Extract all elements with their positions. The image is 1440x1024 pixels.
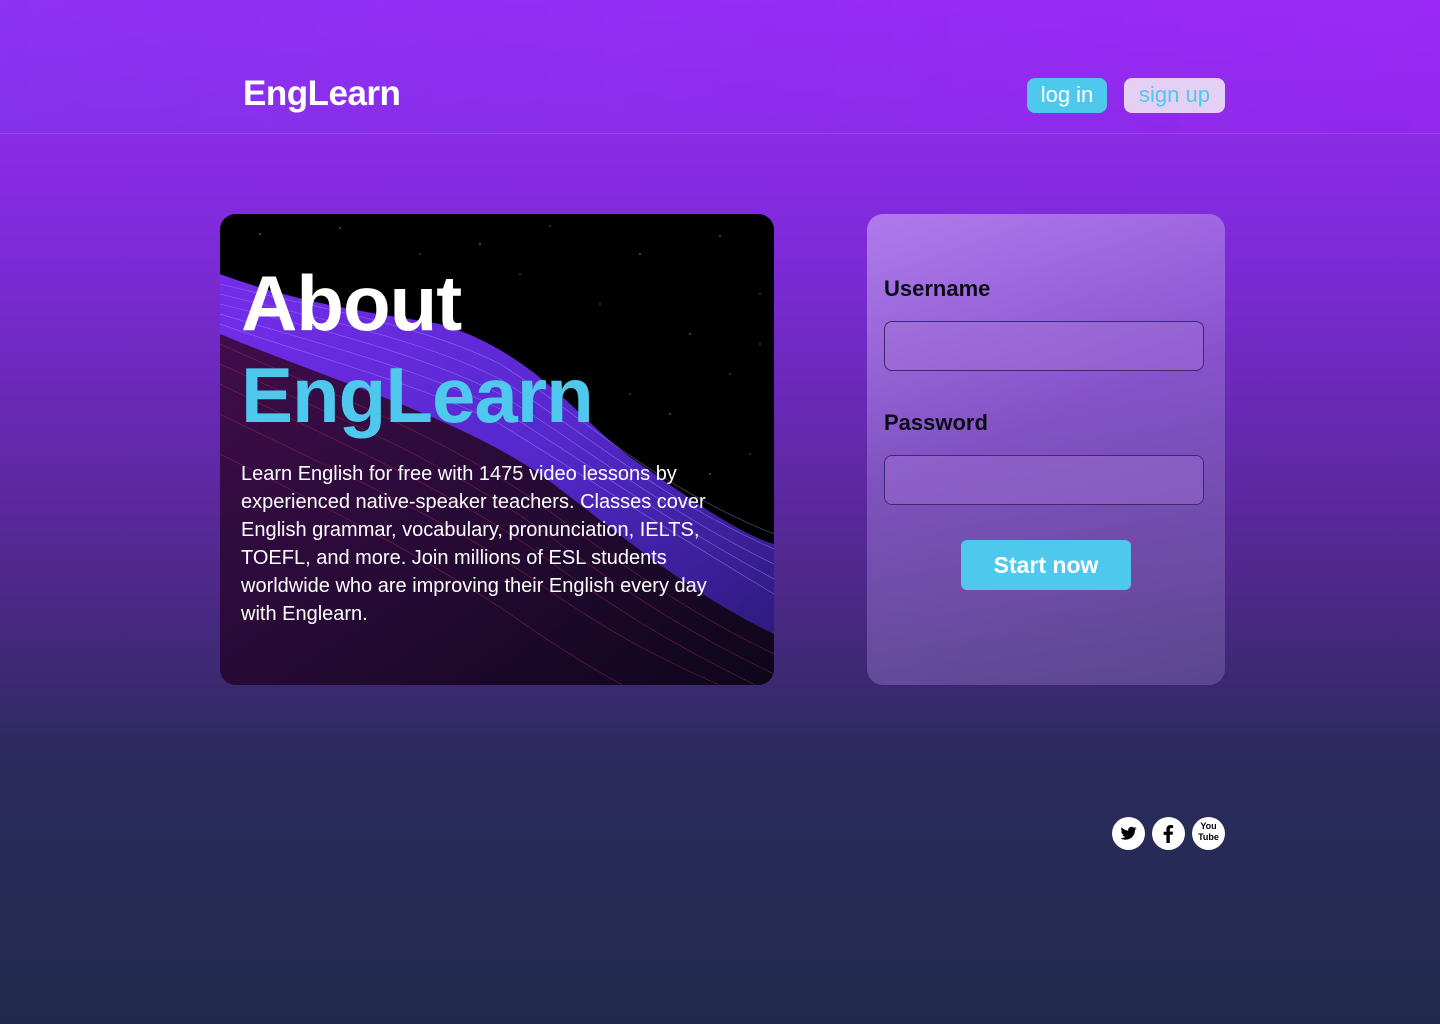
site-header: EngLearn log in sign up (0, 0, 1440, 134)
about-brand-name: EngLearn (241, 351, 594, 439)
about-title: About (241, 259, 462, 347)
username-label: Username (884, 276, 991, 301)
twitter-icon (1120, 826, 1137, 840)
login-button[interactable]: log in (1027, 78, 1107, 113)
youtube-link[interactable]: You Tube (1192, 817, 1225, 850)
facebook-icon (1163, 825, 1174, 843)
password-label: Password (884, 410, 988, 435)
youtube-icon: You Tube (1192, 821, 1225, 843)
password-input[interactable] (884, 455, 1204, 505)
twitter-link[interactable] (1112, 817, 1145, 850)
site-logo[interactable]: EngLearn (243, 74, 401, 114)
facebook-link[interactable] (1152, 817, 1185, 850)
signup-button[interactable]: sign up (1124, 78, 1225, 113)
about-description: Learn English for free with 1475 video l… (241, 463, 707, 625)
about-card: About EngLearn Learn English for free wi… (220, 214, 774, 685)
youtube-icon-top-text: You (1200, 821, 1217, 831)
username-input[interactable] (884, 321, 1204, 371)
youtube-icon-bottom-text: Tube (1198, 832, 1219, 842)
login-form-card: Username Password Start now (867, 214, 1225, 685)
start-now-button[interactable]: Start now (961, 540, 1131, 590)
